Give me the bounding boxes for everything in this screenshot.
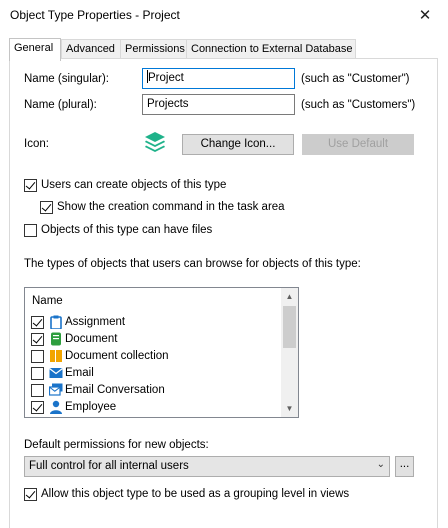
browse-types-label: The types of objects that users can brow…: [24, 258, 361, 270]
title-bar: Object Type Properties - Project ✕: [0, 0, 448, 30]
close-button[interactable]: ✕: [402, 0, 448, 30]
list-item-label: Assignment: [65, 316, 126, 328]
list-item-checkbox[interactable]: [31, 316, 44, 329]
grouping-level-checkbox[interactable]: [24, 488, 37, 501]
default-permissions-value: Full control for all internal users: [29, 460, 189, 472]
list-column-header-name: Name: [32, 295, 63, 307]
person-icon: [50, 400, 62, 414]
users-can-create-label: Users can create objects of this type: [41, 179, 227, 191]
list-item-label: Document collection: [65, 350, 169, 362]
list-item-checkbox[interactable]: [31, 384, 44, 397]
list-vertical-scrollbar[interactable]: ▲ ▼: [281, 288, 298, 417]
list-item[interactable]: Assignment: [25, 314, 280, 331]
show-creation-command-checkbox[interactable]: [40, 201, 53, 214]
list-item-label: Email Conversation: [65, 384, 165, 396]
name-singular-value: Project: [148, 72, 184, 84]
name-singular-hint: (such as "Customer"): [301, 73, 410, 85]
list-item[interactable]: Document collection: [25, 348, 280, 365]
name-plural-label: Name (plural):: [24, 99, 97, 111]
name-plural-field[interactable]: Projects: [142, 94, 295, 115]
change-icon-button[interactable]: Change Icon...: [182, 134, 294, 155]
tab-advanced[interactable]: Advanced: [61, 39, 121, 59]
chevron-down-icon: ⌄: [376, 459, 385, 470]
list-item[interactable]: Document: [25, 331, 280, 348]
scroll-down-icon[interactable]: ▼: [281, 400, 298, 417]
list-item-label: Employee: [65, 401, 117, 413]
grouping-level-label: Allow this object type to be used as a g…: [41, 488, 350, 500]
email-conversation-icon: [49, 383, 63, 396]
show-creation-command-label: Show the creation command in the task ar…: [57, 201, 285, 213]
scroll-up-icon[interactable]: ▲: [281, 288, 298, 305]
scrollbar-thumb[interactable]: [283, 306, 296, 348]
document-collection-icon: [50, 350, 62, 362]
default-permissions-select[interactable]: Full control for all internal users ⌄: [24, 456, 390, 477]
close-icon: ✕: [418, 7, 432, 24]
can-have-files-label: Objects of this type can have files: [41, 224, 213, 236]
document-icon: [51, 332, 61, 346]
name-plural-value: Projects: [147, 98, 189, 110]
list-item-checkbox[interactable]: [31, 401, 44, 414]
users-can-create-checkbox[interactable]: [24, 179, 37, 192]
email-icon: [49, 368, 63, 378]
tab-connection-external-db[interactable]: Connection to External Database: [186, 39, 356, 59]
name-singular-label: Name (singular):: [24, 73, 109, 85]
layers-stack-icon: [145, 132, 165, 152]
default-permissions-label: Default permissions for new objects:: [24, 439, 209, 451]
list-item[interactable]: Employee: [25, 399, 280, 416]
can-have-files-checkbox[interactable]: [24, 224, 37, 237]
list-item-checkbox[interactable]: [31, 350, 44, 363]
tab-general[interactable]: General: [9, 38, 61, 61]
name-plural-hint: (such as "Customers"): [301, 99, 416, 111]
list-item-label: Document: [65, 333, 118, 345]
name-singular-field[interactable]: Project: [142, 68, 295, 89]
list-item-label: Email: [65, 367, 94, 379]
list-item[interactable]: Email Conversation: [25, 382, 280, 399]
tab-permissions[interactable]: Permissions: [120, 39, 187, 59]
permissions-browse-button[interactable]: ...: [395, 456, 414, 477]
list-item-checkbox[interactable]: [31, 333, 44, 346]
window-title: Object Type Properties - Project: [10, 8, 180, 22]
list-item[interactable]: Email: [25, 365, 280, 382]
list-item-checkbox[interactable]: [31, 367, 44, 380]
icon-label: Icon:: [24, 138, 49, 150]
browse-types-list[interactable]: Name Assignment Document Document collec…: [24, 287, 299, 418]
use-default-button[interactable]: Use Default: [302, 134, 414, 155]
clipboard-icon: [50, 315, 62, 329]
